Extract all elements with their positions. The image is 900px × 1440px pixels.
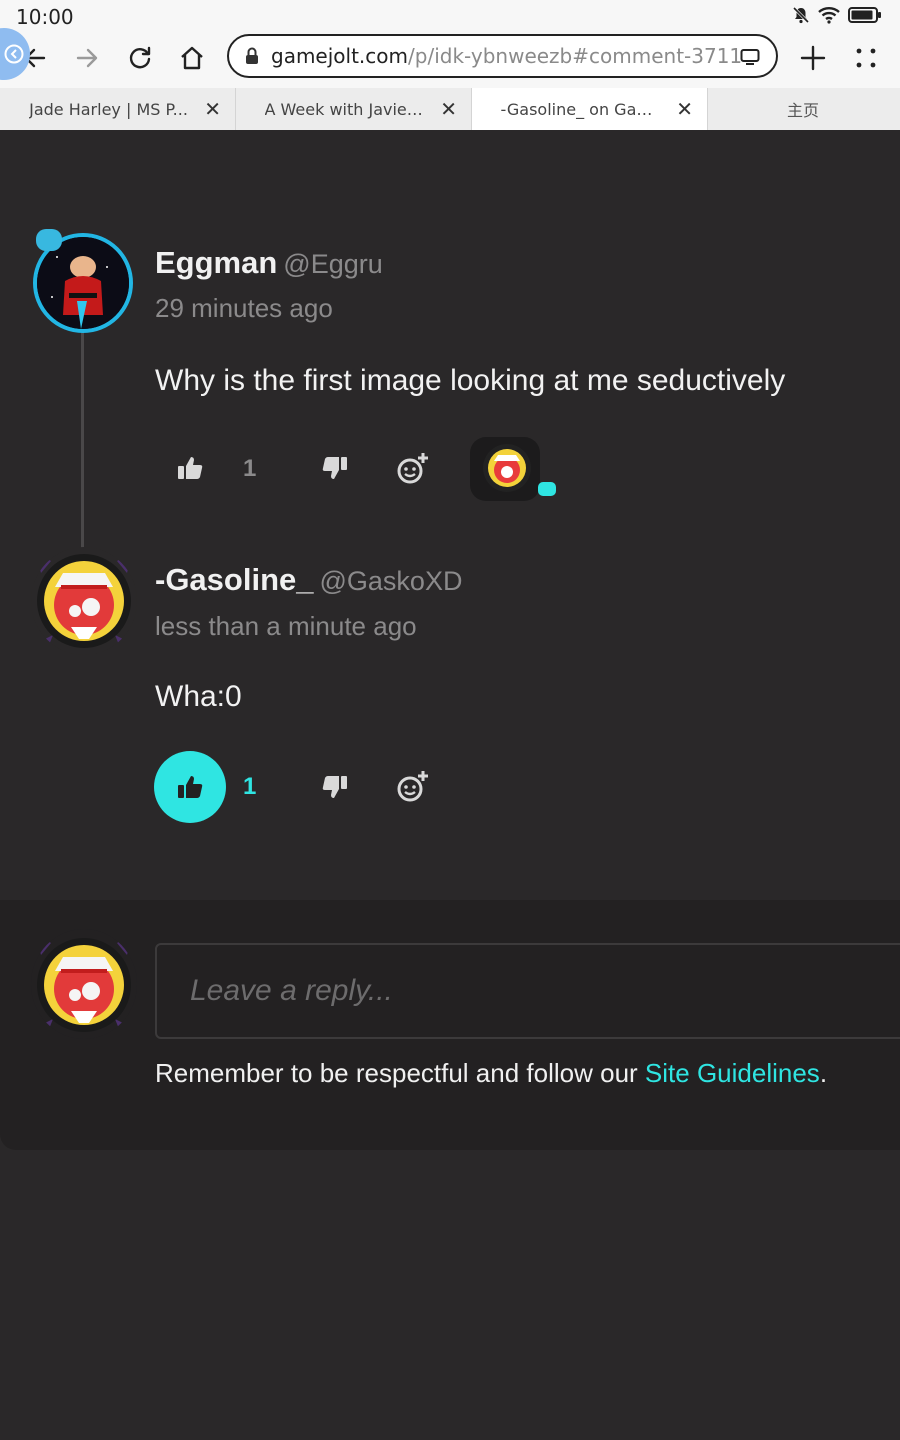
close-icon[interactable]: ✕ [440, 97, 457, 121]
new-tab-button[interactable] [793, 38, 833, 78]
gasoline-avatar-image [35, 551, 133, 655]
gasoline-avatar-image [35, 933, 133, 1039]
add-emoji-icon [397, 453, 428, 484]
forward-button[interactable] [67, 38, 107, 78]
lock-icon [246, 47, 258, 64]
thumbs-up-icon [178, 776, 203, 798]
reaction-badge [538, 482, 556, 496]
tab-2[interactable]: A Week with Javier... ✕ [236, 88, 472, 130]
like-button[interactable] [170, 448, 210, 488]
url-bar[interactable]: gamejolt.com/p/idk-ybnweezb#comment-3711 [227, 34, 778, 78]
url-path: /p/idk-ybnweezb#comment-3711 [408, 44, 743, 68]
menu-button[interactable] [846, 38, 886, 78]
like-count: 1 [243, 773, 257, 800]
tab-title: -Gasoline_ on Gam... [500, 99, 661, 119]
thumbs-up-icon [178, 457, 203, 479]
comment-time[interactable]: 29 minutes ago [155, 293, 333, 324]
reload-icon [129, 46, 151, 69]
battery-icon [848, 7, 881, 23]
comment-text: Wha:0 [155, 680, 242, 713]
comment-text: Why is the first image looking at me sed… [155, 364, 786, 397]
comment-time[interactable]: less than a minute ago [155, 611, 417, 642]
status-time: 10:00 [16, 5, 74, 29]
thumbs-down-icon [322, 776, 347, 798]
thumbs-down-icon [322, 457, 347, 479]
wifi-icon [818, 7, 840, 24]
like-count: 1 [243, 455, 257, 482]
status-icons [792, 6, 882, 24]
close-icon[interactable]: ✕ [204, 97, 221, 121]
reload-button[interactable] [120, 38, 160, 78]
reaction-avatar[interactable] [470, 437, 540, 501]
avatar-gasoline[interactable] [31, 547, 137, 655]
more-dots-icon [856, 48, 876, 68]
comment-author[interactable]: -Gasoline_ @GaskoXD [155, 562, 462, 598]
guidelines-text: Remember to be respectful and follow our [155, 1058, 645, 1088]
tab-home[interactable]: 主页 [708, 88, 898, 130]
current-user-avatar[interactable] [31, 929, 137, 1039]
add-reaction-button[interactable] [393, 448, 433, 488]
dislike-button[interactable] [315, 448, 355, 488]
comment-author[interactable]: Eggman @Eggru [155, 245, 383, 281]
gasoline-avatar-small [483, 444, 531, 492]
tab-title: Jade Harley | MS P... [29, 99, 188, 119]
add-emoji-icon [397, 771, 428, 802]
arrow-right-icon [76, 48, 98, 68]
tab-strip: Jade Harley | MS P... ✕ A Week with Javi… [0, 88, 900, 130]
plus-icon [800, 45, 826, 71]
add-reaction-button[interactable] [393, 766, 433, 806]
like-button-active[interactable] [154, 751, 226, 823]
tab-1[interactable]: Jade Harley | MS P... ✕ [0, 88, 236, 130]
display-name[interactable]: -Gasoline_ [155, 562, 314, 597]
mute-icon [792, 6, 810, 24]
user-handle[interactable]: @Eggru [283, 249, 382, 279]
status-bar: 10:00 [0, 0, 900, 34]
close-icon[interactable]: ✕ [676, 97, 693, 121]
user-handle[interactable]: @GaskoXD [320, 566, 463, 596]
tab-title: A Week with Javier... [264, 99, 425, 119]
browser-toolbar: gamejolt.com/p/idk-ybnweezb#comment-3711 [0, 34, 900, 88]
site-guidelines-link[interactable]: Site Guidelines [645, 1058, 820, 1088]
avatar-badge [36, 229, 62, 251]
home-button[interactable] [172, 38, 212, 78]
home-icon [181, 46, 203, 70]
thread-line [81, 332, 84, 550]
tab-3-active[interactable]: -Gasoline_ on Gam... ✕ [472, 88, 708, 130]
reply-input[interactable] [155, 943, 900, 1039]
url-domain: gamejolt.com [271, 44, 409, 68]
guidelines-notice: Remember to be respectful and follow our… [155, 1058, 827, 1089]
display-name[interactable]: Eggman [155, 245, 277, 280]
chevron-left-icon [4, 44, 24, 64]
desktop-mode-icon[interactable] [740, 48, 760, 66]
reply-section: Remember to be respectful and follow our… [0, 900, 900, 1150]
dislike-button[interactable] [315, 767, 355, 807]
guidelines-suffix: . [819, 1058, 828, 1088]
